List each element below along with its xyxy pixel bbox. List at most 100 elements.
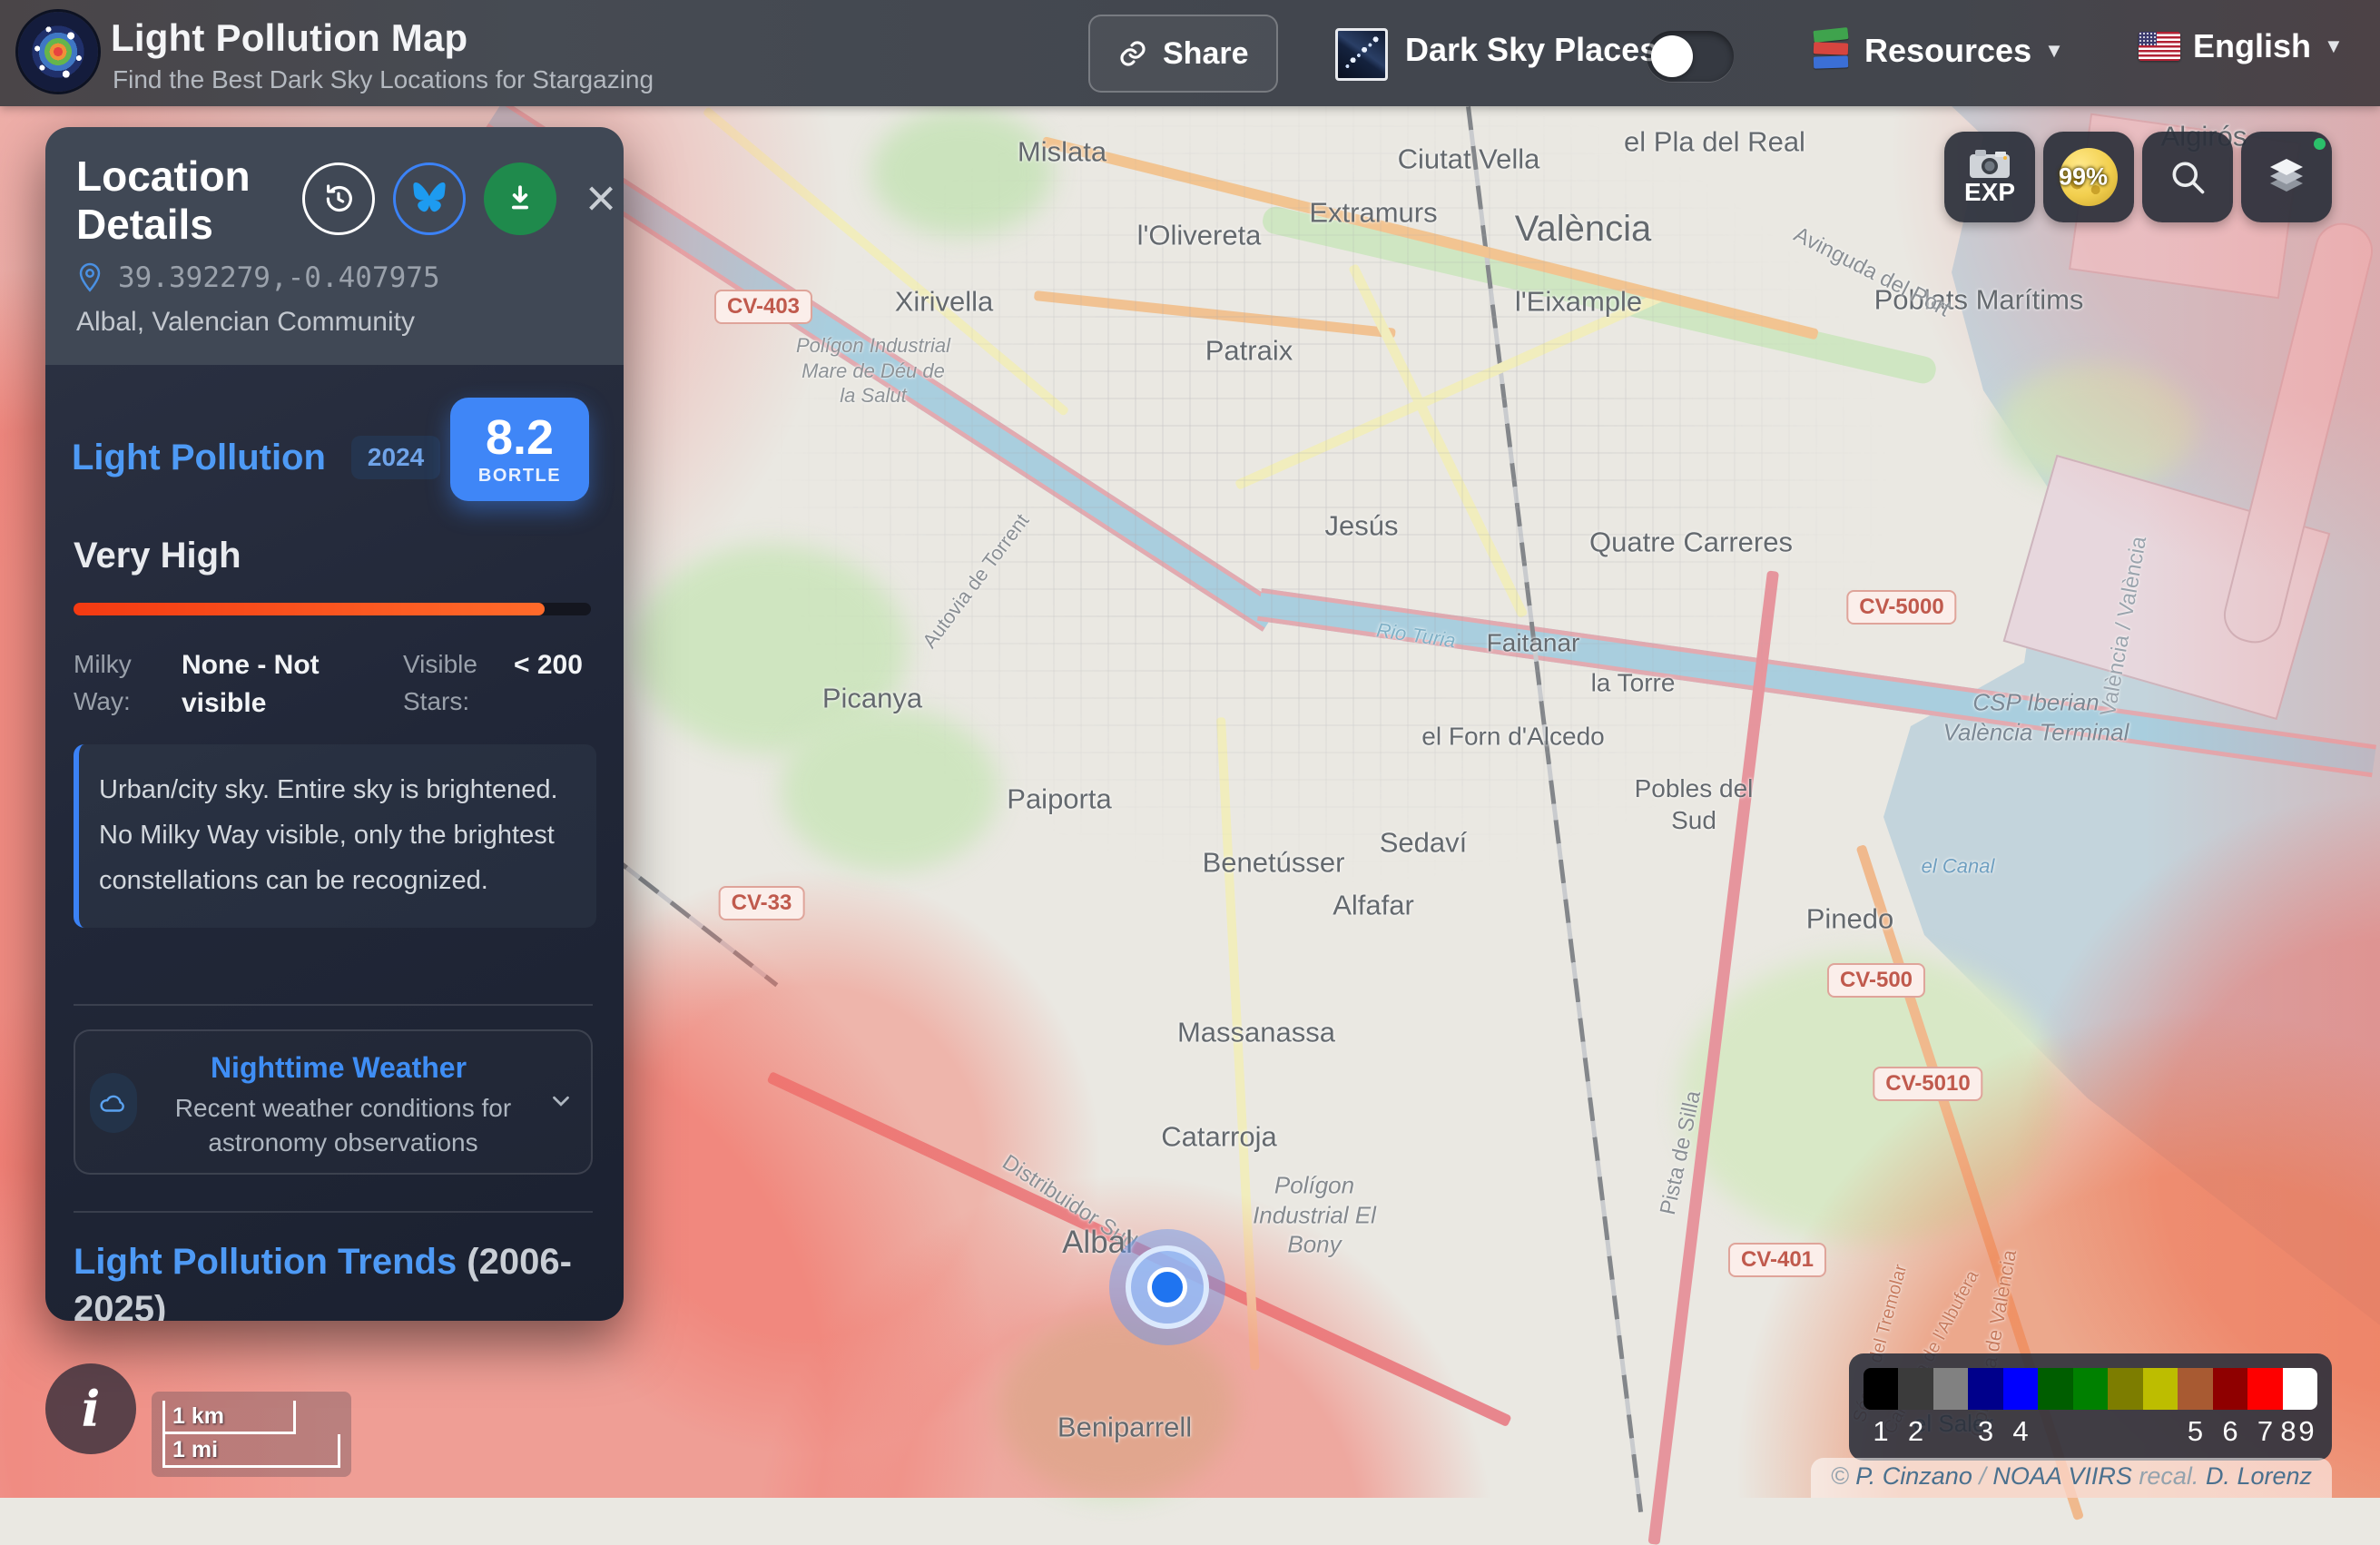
map-label: Paiporta: [1007, 782, 1111, 818]
light-pollution-heading: Light Pollution: [72, 438, 326, 478]
search-button[interactable]: [2142, 132, 2233, 222]
divider: [74, 1004, 593, 1006]
legend-swatch: [2108, 1368, 2142, 1410]
nighttime-weather-card[interactable]: Nighttime Weather Recent weather conditi…: [74, 1029, 593, 1175]
app-logo-icon[interactable]: [18, 12, 98, 92]
layer-active-dot: [2314, 138, 2326, 150]
year-badge: 2024: [351, 436, 440, 479]
map-label: Beniparrell: [1057, 1411, 1192, 1446]
road-shield: CV-403: [714, 290, 812, 324]
map-label: Massanassa: [1177, 1016, 1335, 1051]
attribution-link[interactable]: P. Cinzano: [1855, 1462, 1972, 1490]
info-button[interactable]: i: [45, 1363, 136, 1454]
exposure-button[interactable]: EXP: [1944, 132, 2035, 222]
milky-way-thumbnail-icon: [1335, 28, 1388, 81]
chevron-down-icon: ▼: [2044, 39, 2064, 63]
share-label: Share: [1163, 36, 1249, 72]
place-name: Albal, Valencian Community: [76, 307, 415, 338]
legend-swatch: [2247, 1368, 2282, 1410]
legend-numbers: 123456789: [1864, 1413, 2317, 1453]
chevron-down-icon: [547, 1087, 575, 1115]
map-label: Patraix: [1205, 334, 1293, 369]
legend-number: 2: [1908, 1415, 1923, 1448]
milky-way-value: None - Not visible: [182, 646, 379, 723]
dark-sky-places-toggle[interactable]: [1647, 31, 1734, 82]
map-label: l'Olivereta: [1137, 219, 1262, 254]
map-label: Alfafar: [1333, 889, 1414, 924]
share-button[interactable]: Share: [1088, 15, 1278, 93]
resources-label: Resources: [1864, 32, 2031, 70]
moon-phase-button[interactable]: 99%: [2043, 132, 2134, 222]
map-label: Polígon Industrial El Bony: [1231, 1170, 1399, 1259]
download-button[interactable]: [484, 162, 556, 235]
legend-swatch: [2283, 1368, 2317, 1410]
download-icon: [503, 182, 537, 216]
location-pin-icon: [76, 261, 103, 294]
panel-body-section: Light Pollution 2024 8.2 BORTLE Very Hig…: [45, 365, 624, 1321]
legend-swatch: [1968, 1368, 2002, 1410]
attribution-link[interactable]: NOAA VIIRS: [1992, 1462, 2132, 1490]
legend-number: 9: [2298, 1415, 2314, 1448]
app-subtitle: Find the Best Dark Sky Locations for Sta…: [113, 65, 654, 94]
location-marker[interactable]: [1109, 1229, 1225, 1345]
panel-title: Location Details: [76, 153, 303, 249]
weather-subtitle: Recent weather conditions for astronomy …: [148, 1091, 538, 1160]
app-header: Light Pollution Map Find the Best Dark S…: [0, 0, 2380, 106]
resources-menu[interactable]: Resources ▼: [1812, 27, 2064, 74]
chevron-down-icon: ▼: [2324, 34, 2344, 58]
link-icon: [1117, 38, 1148, 69]
map-label: el Canal: [1922, 853, 1995, 879]
road-shield: CV-5010: [1873, 1067, 1982, 1101]
scale-control: 1 km 1 mi: [152, 1392, 351, 1477]
location-details-panel: Location Details × 39.392279,-0.407975 A…: [45, 127, 624, 1321]
attribution-link[interactable]: D. Lorenz: [2206, 1462, 2312, 1490]
map-controls: EXP 99%: [1944, 132, 2332, 222]
map-label: Pobles del Sud: [1626, 772, 1762, 836]
layers-button[interactable]: [2241, 132, 2332, 222]
map-label: València: [1515, 206, 1651, 251]
map-label: Extramurs: [1309, 196, 1437, 231]
history-button[interactable]: [302, 162, 375, 235]
map-label: l'Eixample: [1515, 285, 1642, 320]
legend-swatch: [1898, 1368, 1933, 1410]
layers-icon: [2263, 155, 2310, 199]
moon-phase-value: 99%: [2054, 163, 2112, 192]
map-attribution: © P. Cinzano / NOAA VIIRS recal. D. Lore…: [1811, 1458, 2332, 1498]
scale-km: 1 km: [162, 1401, 296, 1434]
close-button[interactable]: ×: [565, 162, 624, 235]
bluesky-share-button[interactable]: [393, 162, 466, 235]
butterfly-icon: [410, 182, 448, 216]
legend-swatch: [1864, 1368, 1898, 1410]
exposure-label: EXP: [1964, 178, 2015, 207]
divider: [74, 1211, 593, 1213]
map-label: Xirivella: [895, 285, 994, 320]
history-icon: [320, 181, 357, 217]
camera-icon: [1968, 147, 2011, 180]
map-label: Sedaví: [1380, 826, 1468, 861]
bortle-label: BORTLE: [478, 466, 561, 487]
app-title: Light Pollution Map: [111, 16, 467, 60]
toggle-knob: [1651, 35, 1693, 77]
marker-dot: [1147, 1267, 1187, 1307]
legend-color-bar: [1864, 1368, 2317, 1410]
visible-stars-value: < 200: [514, 646, 586, 684]
attribution-text: /: [1972, 1462, 1993, 1490]
map-label: Ciutat Vella: [1398, 143, 1540, 178]
map-label: Jesús: [1325, 509, 1399, 545]
legend-number: 1: [1873, 1415, 1888, 1448]
panel-top-section: Location Details × 39.392279,-0.407975 A…: [45, 127, 624, 365]
legend-number: 3: [1978, 1415, 1993, 1448]
bortle-legend: 123456789: [1849, 1353, 2332, 1461]
coordinates-value[interactable]: 39.392279,-0.407975: [118, 261, 440, 294]
us-flag-icon: [2139, 32, 2180, 61]
search-icon: [2168, 157, 2208, 197]
language-label: English: [2193, 27, 2311, 65]
bortle-score-card: 8.2 BORTLE: [450, 398, 589, 501]
moon-icon: 99%: [2060, 148, 2118, 206]
legend-number: 4: [2012, 1415, 2028, 1448]
trends-link[interactable]: Light Pollution Trends (2006-2025): [74, 1238, 595, 1321]
road-shield: CV-33: [719, 886, 805, 920]
language-menu[interactable]: English ▼: [2139, 27, 2344, 65]
scale-mi: 1 mi: [162, 1434, 340, 1468]
map-label: Pinedo: [1806, 902, 1894, 938]
